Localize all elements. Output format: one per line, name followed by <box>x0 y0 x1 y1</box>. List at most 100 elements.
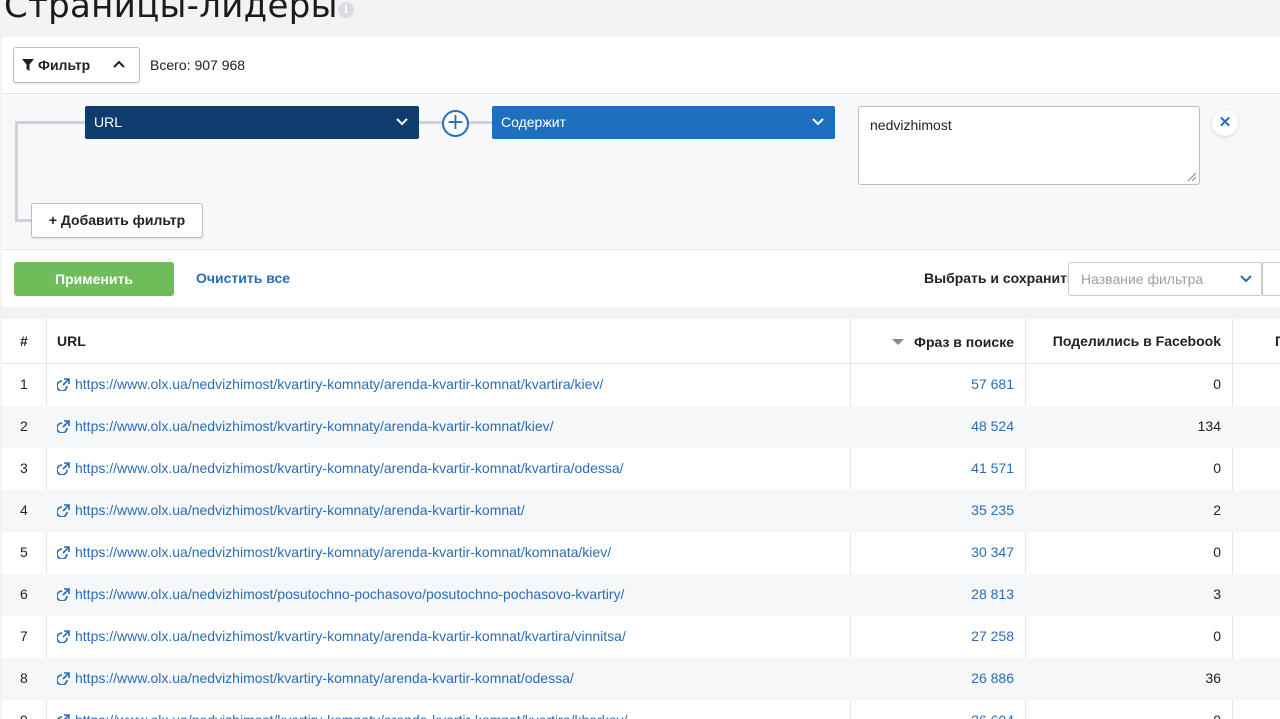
row-url-text: https://www.olx.ua/nedvizhimost/posutoch… <box>75 586 625 602</box>
filter-save-button[interactable] <box>1262 262 1280 296</box>
row-facebook-shares: 0 <box>1213 700 1221 719</box>
row-phrases-link[interactable]: 30 347 <box>971 532 1014 574</box>
external-link-icon <box>57 419 70 433</box>
table-row: 7 https://www.olx.ua/nedvizhimost/kvartir… <box>2 616 1280 658</box>
connector-line <box>419 121 444 124</box>
row-number: 7 <box>20 628 28 644</box>
table-row: 1 https://www.olx.ua/nedvizhimost/kvartir… <box>2 364 1280 406</box>
row-number: 8 <box>20 670 28 686</box>
apply-button[interactable]: Применить <box>14 262 174 296</box>
table-row: 5 https://www.olx.ua/nedvizhimost/kvartir… <box>2 532 1280 574</box>
row-phrases-link[interactable]: 57 681 <box>971 364 1014 406</box>
row-url-text: https://www.olx.ua/nedvizhimost/kvartiry… <box>75 544 612 560</box>
row-number: 6 <box>20 586 28 602</box>
row-facebook-shares: 0 <box>1213 628 1221 644</box>
col-header-next[interactable]: П <box>1275 319 1280 364</box>
row-phrases-link[interactable]: 48 524 <box>971 406 1014 448</box>
table-row: 6 https://www.olx.ua/nedvizhimost/posutoc… <box>2 574 1280 616</box>
tree-line <box>15 121 85 124</box>
external-link-icon <box>57 377 70 391</box>
row-url-link[interactable]: https://www.olx.ua/nedvizhimost/kvartiry… <box>57 658 574 698</box>
table-row: 2 https://www.olx.ua/nedvizhimost/kvartir… <box>2 406 1280 448</box>
row-url-link[interactable]: https://www.olx.ua/nedvizhimost/kvartiry… <box>57 532 611 572</box>
remove-filter-button[interactable]: ✕ <box>1212 110 1238 136</box>
filter-value-text: nedvizhimost <box>870 117 952 133</box>
filter-builder: URL + Содержит nedvizhimost ✕ + Добавить… <box>2 95 1280 248</box>
info-icon[interactable]: i <box>338 2 354 18</box>
row-phrases-link[interactable]: 26 604 <box>971 700 1014 719</box>
col-header-url[interactable]: URL <box>57 319 86 364</box>
filter-toggle-button[interactable]: Фильтр <box>13 47 140 83</box>
table-row: 9 https://www.olx.ua/nedvizhimost/kvartir… <box>2 700 1280 719</box>
col-header-facebook[interactable]: Поделились в Facebook <box>1053 319 1221 364</box>
operator-select[interactable]: Содержит <box>492 106 835 139</box>
row-phrases-link[interactable]: 26 886 <box>971 658 1014 700</box>
external-link-icon <box>57 629 70 643</box>
row-url-text: https://www.olx.ua/nedvizhimost/kvartiry… <box>75 376 604 392</box>
row-url-link[interactable]: https://www.olx.ua/nedvizhimost/kvartiry… <box>57 448 624 488</box>
row-url-text: https://www.olx.ua/nedvizhimost/kvartiry… <box>75 700 627 719</box>
chevron-up-icon <box>113 60 125 68</box>
row-number: 2 <box>20 418 28 434</box>
row-facebook-shares: 36 <box>1205 670 1221 686</box>
row-url-link[interactable]: https://www.olx.ua/nedvizhimost/kvartiry… <box>57 490 525 530</box>
resize-grip-icon[interactable] <box>1187 172 1197 182</box>
table-row: 8 https://www.olx.ua/nedvizhimost/kvartir… <box>2 658 1280 700</box>
row-url-text: https://www.olx.ua/nedvizhimost/kvartiry… <box>75 628 626 644</box>
filter-actions: Применить Очистить все Выбрать и сохрани… <box>2 249 1280 307</box>
operator-select-value: Содержит <box>501 114 566 130</box>
save-filter-label: Выбрать и сохранить <box>924 270 1076 286</box>
filter-name-select[interactable]: Название фильтра <box>1068 262 1262 296</box>
clear-all-link[interactable]: Очистить все <box>196 270 290 286</box>
row-url-text: https://www.olx.ua/nedvizhimost/kvartiry… <box>75 460 624 476</box>
table-row: 3 https://www.olx.ua/nedvizhimost/kvartir… <box>2 448 1280 490</box>
row-url-link[interactable]: https://www.olx.ua/nedvizhimost/kvartiry… <box>57 616 626 656</box>
row-facebook-shares: 3 <box>1213 586 1221 602</box>
total-count: Всего: 907 968 <box>150 57 246 73</box>
row-url-link[interactable]: https://www.olx.ua/nedvizhimost/kvartiry… <box>57 364 603 404</box>
sort-desc-icon <box>892 338 904 345</box>
add-condition-button[interactable]: + <box>442 110 469 137</box>
external-link-icon <box>57 587 70 601</box>
row-url-link[interactable]: https://www.olx.ua/nedvizhimost/kvartiry… <box>57 700 627 719</box>
col-header-phrases[interactable]: Фраз в поиске <box>892 319 1014 364</box>
row-facebook-shares: 0 <box>1213 460 1221 476</box>
external-link-icon <box>57 503 70 517</box>
row-phrases-link[interactable]: 41 571 <box>971 448 1014 490</box>
filter-name-placeholder: Название фильтра <box>1081 271 1204 287</box>
col-header-phrases-label: Фраз в поиске <box>914 333 1014 350</box>
field-select[interactable]: URL <box>85 106 419 139</box>
row-phrases-link[interactable]: 27 258 <box>971 616 1014 658</box>
table-header: # URL Фраз в поиске Поделились в Faceboo… <box>2 319 1280 364</box>
row-url-text: https://www.olx.ua/nedvizhimost/kvartiry… <box>75 670 574 686</box>
row-phrases-link[interactable]: 35 235 <box>971 490 1014 532</box>
row-url-text: https://www.olx.ua/nedvizhimost/kvartiry… <box>75 502 525 518</box>
external-link-icon <box>57 713 70 719</box>
row-facebook-shares: 134 <box>1197 418 1221 434</box>
filter-toggle-label: Фильтр <box>38 57 91 73</box>
chevron-down-icon <box>396 118 408 126</box>
results-table: # URL Фраз в поиске Поделились в Faceboo… <box>2 319 1280 719</box>
funnel-icon <box>22 59 34 71</box>
row-phrases-link[interactable]: 28 813 <box>971 574 1014 616</box>
row-number: 5 <box>20 544 28 560</box>
tree-line <box>15 121 18 222</box>
add-filter-button[interactable]: + Добавить фильтр <box>31 203 203 238</box>
external-link-icon <box>57 545 70 559</box>
row-number: 9 <box>20 700 28 719</box>
external-link-icon <box>57 461 70 475</box>
row-facebook-shares: 0 <box>1213 544 1221 560</box>
filter-panel: Фильтр Всего: 907 968 URL + Содержит ned… <box>2 37 1280 307</box>
row-url-link[interactable]: https://www.olx.ua/nedvizhimost/posutoch… <box>57 574 624 614</box>
table-row: 4 https://www.olx.ua/nedvizhimost/kvartir… <box>2 490 1280 532</box>
filter-topbar: Фильтр Всего: 907 968 <box>2 37 1280 94</box>
chevron-down-icon <box>1240 275 1252 283</box>
field-select-value: URL <box>94 114 123 130</box>
row-facebook-shares: 0 <box>1213 376 1221 392</box>
row-url-link[interactable]: https://www.olx.ua/nedvizhimost/kvartiry… <box>57 406 554 446</box>
page-title: Страницы-лидеры <box>4 0 338 26</box>
row-number: 1 <box>20 376 28 392</box>
filter-value-input[interactable]: nedvizhimost <box>858 106 1200 185</box>
connector-line <box>469 121 492 124</box>
row-number: 4 <box>20 502 28 518</box>
